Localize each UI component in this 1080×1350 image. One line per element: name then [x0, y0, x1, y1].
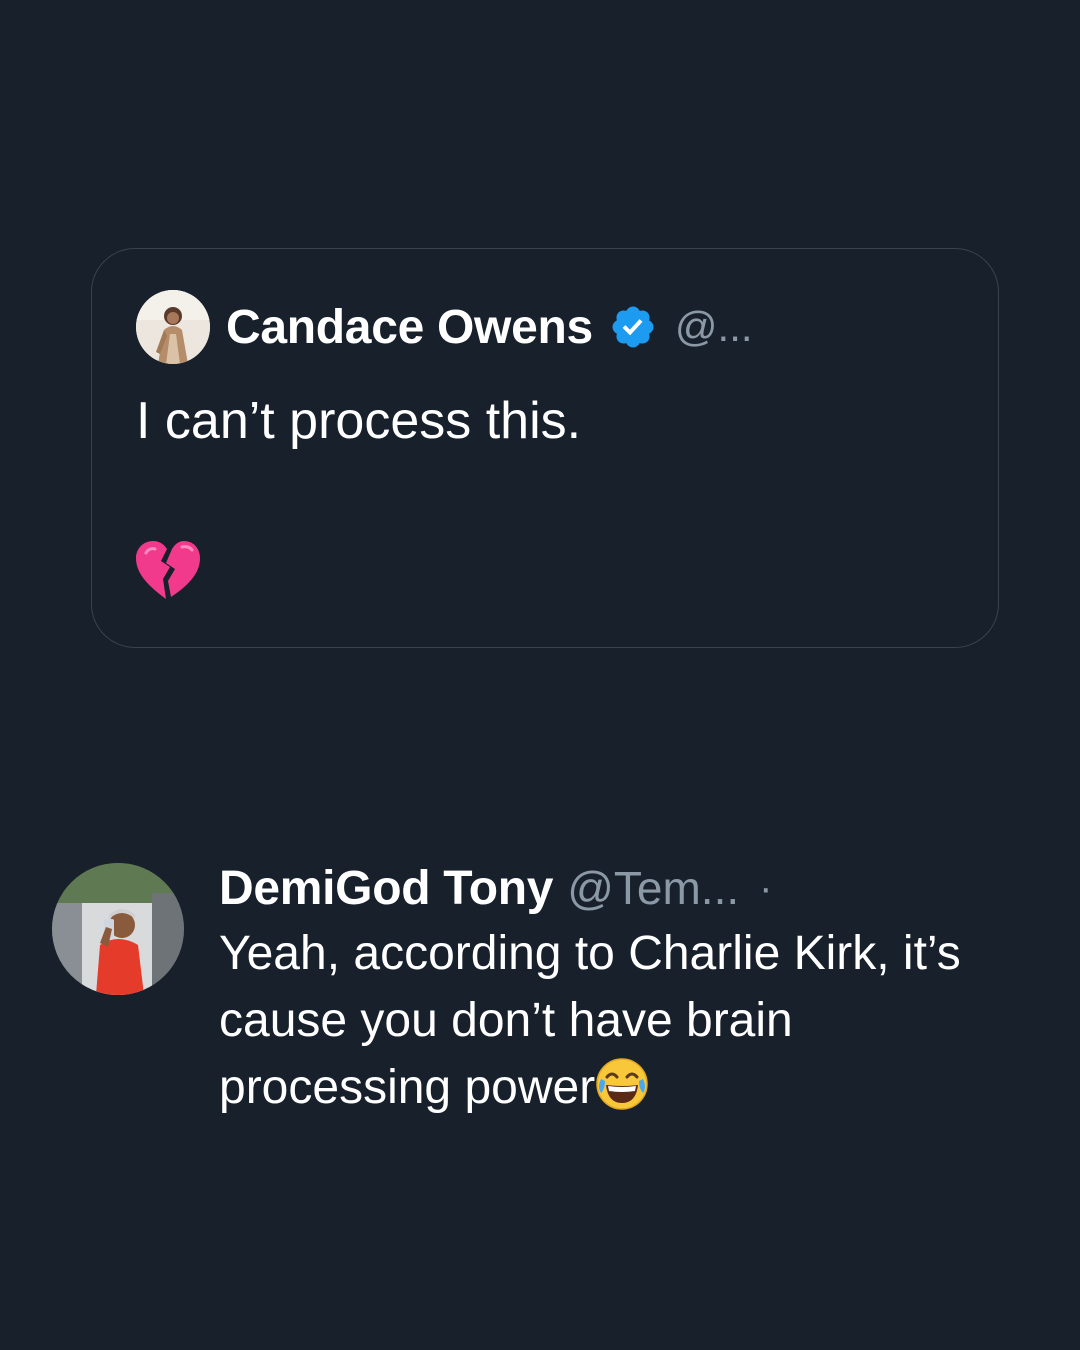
- separator-dot: ·: [759, 865, 773, 910]
- face-with-tears-of-joy-icon: [595, 1057, 649, 1111]
- quoted-author-handle[interactable]: @...: [675, 303, 753, 351]
- post-screenshot: Candace Owens @... I can’t process this.: [0, 0, 1080, 1350]
- profile-photo-icon: [136, 290, 210, 364]
- reply-text-line: processing power: [219, 1054, 1039, 1121]
- avatar[interactable]: [136, 290, 210, 364]
- reply-author-name[interactable]: DemiGod Tony: [219, 861, 553, 916]
- quoted-tweet-header: Candace Owens @...: [136, 289, 753, 365]
- quoted-tweet-card[interactable]: Candace Owens @... I can’t process this.: [91, 248, 999, 648]
- reply-header: DemiGod Tony @Tem... ·: [219, 860, 772, 916]
- quoted-author-name[interactable]: Candace Owens: [226, 300, 593, 355]
- avatar[interactable]: [52, 863, 184, 995]
- reply-text-line: cause you don’t have brain: [219, 994, 793, 1047]
- reply-tweet-text: Yeah, according to Charlie Kirk, it’s ca…: [219, 920, 1039, 1121]
- reply-text-line: Yeah, according to Charlie Kirk, it’s: [219, 927, 961, 980]
- quoted-tweet-text: I can’t process this.: [136, 392, 582, 450]
- broken-heart-icon: [134, 539, 202, 601]
- profile-photo-icon: [52, 863, 184, 995]
- reply-text-segment: processing power: [219, 1061, 596, 1114]
- verified-badge-icon: [609, 303, 657, 351]
- reply-author-handle[interactable]: @Tem...: [567, 861, 739, 915]
